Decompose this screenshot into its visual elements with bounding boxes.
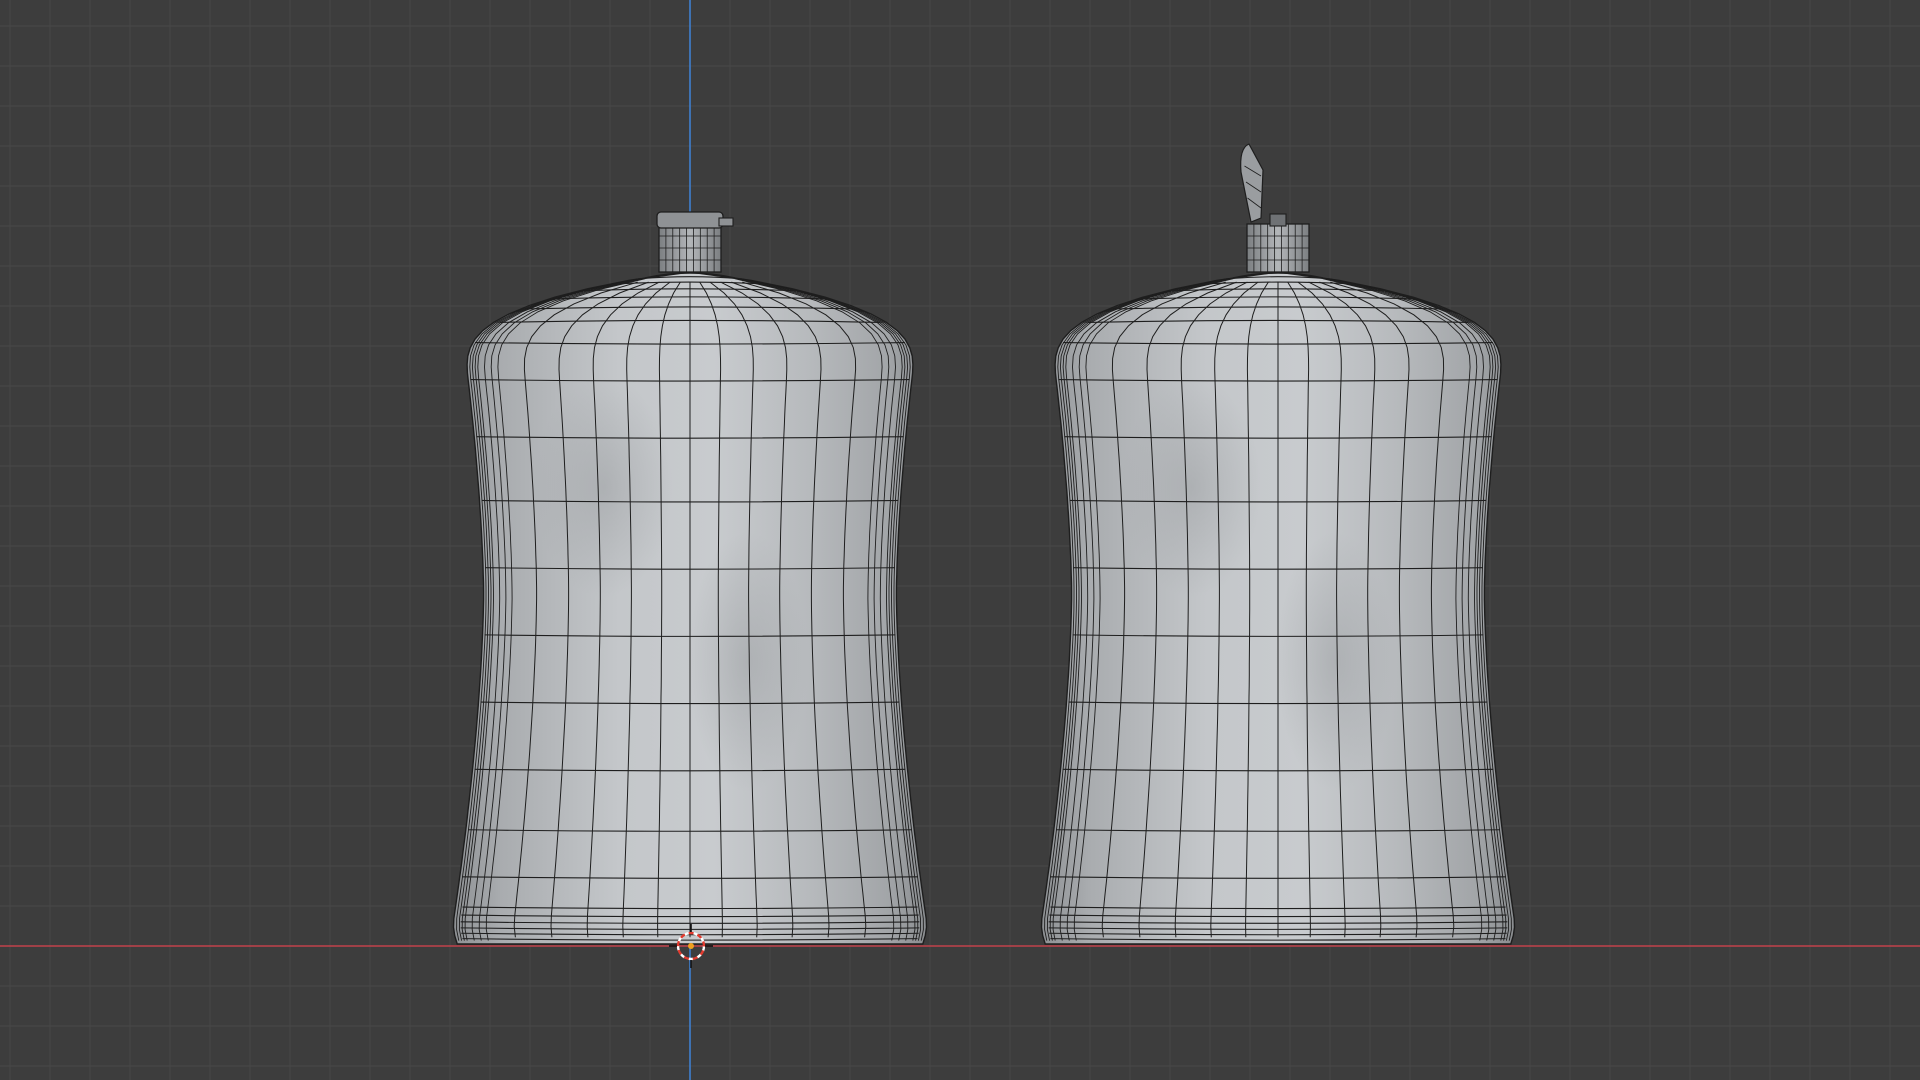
surface-dent — [687, 531, 808, 792]
bottle-open-cap[interactable] — [1040, 143, 1516, 945]
3d-viewport[interactable] — [0, 0, 1920, 1080]
bottle-closed-cap[interactable] — [452, 211, 928, 945]
closed-cap — [656, 211, 734, 273]
surface-dent — [1275, 531, 1396, 792]
open-cap — [1240, 143, 1310, 273]
scene-objects — [452, 143, 1516, 945]
viewport-grid — [0, 0, 1920, 1080]
surface-dent — [1121, 377, 1262, 598]
surface-dent — [533, 377, 674, 598]
viewport-canvas[interactable] — [0, 0, 1920, 1080]
